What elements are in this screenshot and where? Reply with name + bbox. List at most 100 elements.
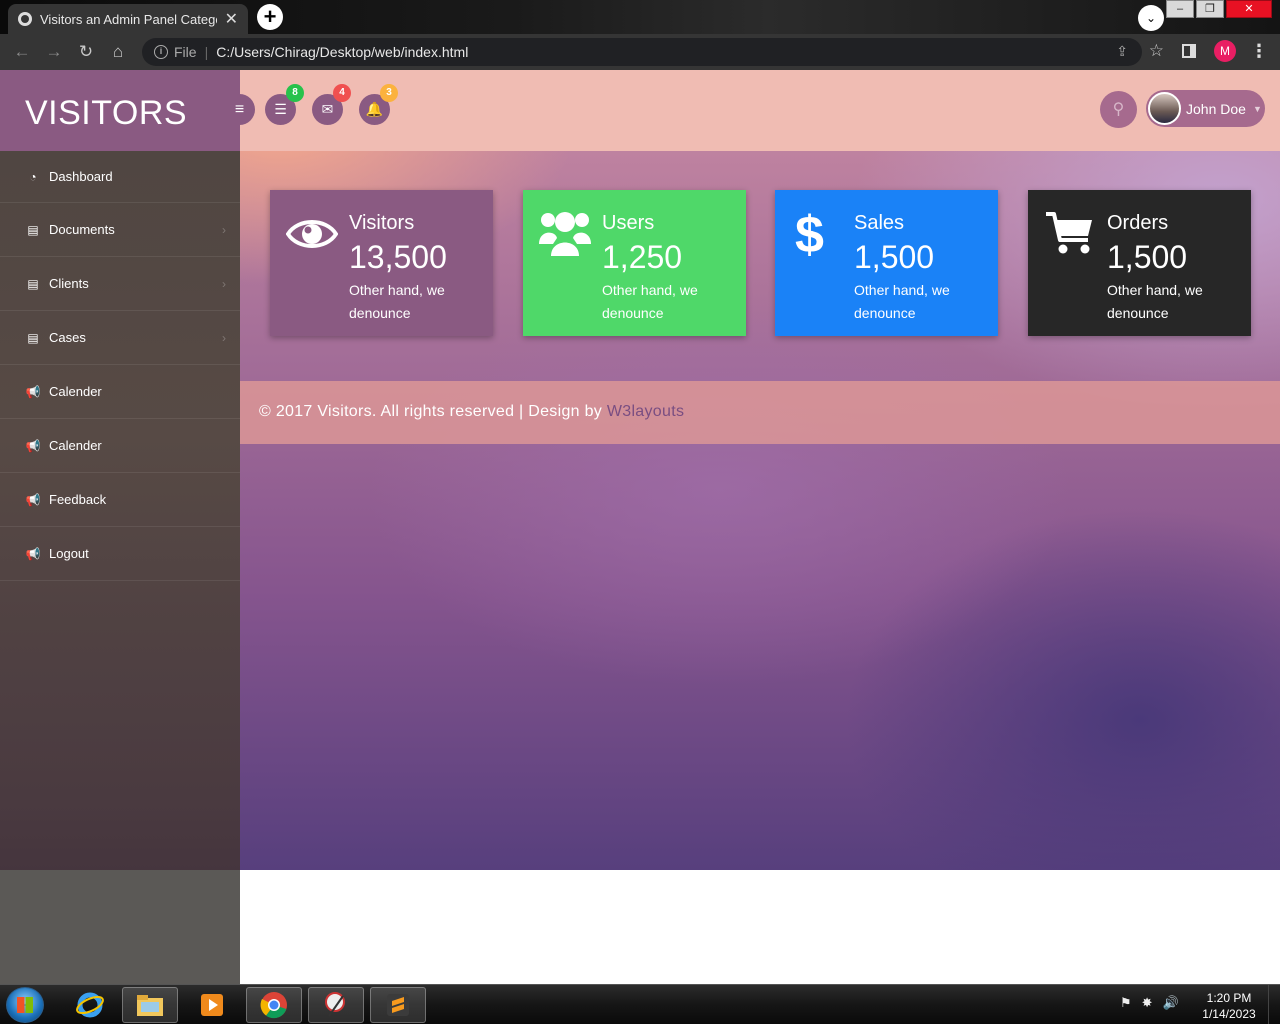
bookmark-star-icon[interactable]: ☆ [1149, 41, 1164, 61]
sidebar-nav: ◔ Dashboard ▤ Documents › ▤ Clients › ▤ Cases › 📢 Ca… [0, 151, 240, 581]
book-icon: ▤ [27, 222, 39, 237]
card-description: Other hand, we denounce [602, 282, 698, 321]
window-close-button[interactable]: ✕ [1226, 0, 1272, 18]
new-tab-button[interactable]: + [257, 4, 283, 30]
browser-tab-strip: Visitors an Admin Panel Category ✕ + ⌄ –… [0, 0, 1280, 34]
list-icon: ☰ [274, 101, 287, 117]
url-text[interactable]: C:/Users/Chirag/Desktop/web/index.html [216, 44, 468, 60]
sidebar-item-label: Clients [49, 276, 89, 291]
media-player-icon[interactable] [184, 987, 240, 1023]
alerts-button[interactable]: 🔔 3 [359, 84, 398, 125]
bullhorn-icon: 📢 [25, 546, 41, 561]
dollar-icon: $ [791, 206, 843, 264]
tab-search-button[interactable]: ⌄ [1138, 5, 1164, 31]
sidebar-item-label: Feedback [49, 492, 107, 507]
user-menu[interactable]: John Doe ▼ [1146, 90, 1265, 127]
network-icon[interactable]: ✸ [1142, 995, 1153, 1011]
reload-button[interactable]: ↻ [70, 42, 102, 62]
minimize-button[interactable]: – [1166, 0, 1194, 18]
copyright-text: © 2017 Visitors. All rights reserved | D… [259, 403, 607, 420]
tasks-button[interactable]: ☰ 8 [265, 84, 304, 125]
web-page: VISITORS ◔ Dashboard ▤ Documents › ▤ Clients › ▤… [0, 70, 1280, 984]
side-panel-icon[interactable] [1182, 44, 1196, 58]
sidebar-item-label: Calender [49, 384, 102, 399]
sidebar-item-calender[interactable]: 📢 Calender [0, 365, 240, 419]
sidebar-item-calender-2[interactable]: 📢 Calender [0, 419, 240, 473]
sidebar-item-cases[interactable]: ▤ Cases › [0, 311, 240, 365]
sidebar-item-label: Dashboard [49, 169, 113, 184]
file-explorer-icon[interactable] [122, 987, 178, 1023]
tab-title: Visitors an Admin Panel Category [40, 11, 217, 27]
card-description: Other hand, we denounce [1107, 282, 1203, 321]
chevron-right-icon: › [222, 222, 226, 237]
bullhorn-icon: 📢 [25, 384, 41, 399]
action-center-flag-icon[interactable]: ⚑ [1120, 995, 1132, 1011]
book-icon: ▤ [27, 330, 39, 345]
browser-tab[interactable]: Visitors an Admin Panel Category ✕ [8, 4, 248, 34]
volume-icon[interactable]: 🔊 [1163, 995, 1179, 1011]
sidebar-item-logout[interactable]: 📢 Logout [0, 527, 240, 581]
avatar [1148, 92, 1181, 125]
chrome-icon[interactable] [246, 987, 302, 1023]
card-description: Other hand, we denounce [854, 282, 950, 321]
book-icon: ▤ [27, 276, 39, 291]
messages-button[interactable]: ✉ 4 [312, 84, 351, 125]
forward-button[interactable]: → [38, 42, 70, 62]
internet-explorer-icon[interactable] [62, 987, 118, 1023]
info-icon[interactable]: i [154, 45, 168, 59]
w3layouts-link[interactable]: W3layouts [607, 403, 684, 420]
cart-icon [1044, 208, 1096, 260]
card-title: Visitors [349, 212, 415, 234]
toolbar-actions: ☆ M ⋮ [1149, 40, 1268, 62]
sidebar-item-dashboard[interactable]: ◔ Dashboard [0, 151, 240, 203]
snipping-tool-icon[interactable] [308, 987, 364, 1023]
browser-toolbar: ← → ↻ ⌂ i File | C:/Users/Chirag/Desktop… [0, 34, 1280, 70]
card-description: Other hand, we denounce [349, 282, 445, 321]
users-icon [539, 208, 591, 260]
stat-card-users: Users 1,250 Other hand, we denounce [523, 190, 746, 336]
sublime-text-icon[interactable] [370, 987, 426, 1023]
svg-text:$: $ [795, 208, 824, 260]
sidebar-item-documents[interactable]: ▤ Documents › [0, 203, 240, 257]
window-controls: – ❐ ✕ [1164, 0, 1272, 18]
chevron-right-icon: › [222, 276, 226, 291]
eye-icon [285, 208, 339, 260]
envelope-icon: ✉ [321, 101, 334, 117]
stat-card-sales: $ Sales 1,500 Other hand, we denounce [775, 190, 998, 336]
windows-taskbar: ⚑ ✸ 🔊 1:20 PM 1/14/2023 [0, 984, 1280, 1024]
card-title: Sales [854, 212, 905, 234]
user-name: John Doe [1186, 100, 1246, 117]
show-desktop-button[interactable] [1268, 985, 1280, 1024]
browser-menu-icon[interactable]: ⋮ [1250, 42, 1268, 60]
home-button[interactable]: ⌂ [102, 42, 134, 62]
search-button[interactable]: ⚲ [1100, 91, 1137, 128]
card-value: 1,500 [1107, 239, 1188, 275]
alerts-badge: 3 [380, 84, 398, 102]
system-tray: ⚑ ✸ 🔊 [1120, 995, 1189, 1011]
system-clock[interactable]: 1:20 PM 1/14/2023 [1196, 990, 1262, 1022]
sidebar-item-clients[interactable]: ▤ Clients › [0, 257, 240, 311]
share-icon[interactable]: ⇪ [1116, 43, 1128, 60]
brand-logo[interactable]: VISITORS [0, 70, 240, 151]
sidebar-item-label: Documents [49, 222, 115, 237]
card-title: Users [602, 212, 655, 234]
back-button[interactable]: ← [6, 42, 38, 62]
stat-card-visitors: Visitors 13,500 Other hand, we denounce [270, 190, 493, 336]
top-header: ☰ 8 ✉ 4 🔔 3 ⚲ John Doe ▼ [240, 70, 1280, 151]
messages-badge: 4 [333, 84, 351, 102]
card-value: 13,500 [349, 239, 447, 275]
tab-close-icon[interactable]: ✕ [225, 9, 238, 29]
search-icon: ⚲ [1112, 101, 1125, 118]
address-bar[interactable]: i File | C:/Users/Chirag/Desktop/web/ind… [142, 38, 1142, 66]
maximize-button[interactable]: ❐ [1196, 0, 1224, 18]
globe-icon [18, 12, 32, 26]
menu-toggle-icon[interactable]: ≡ [224, 94, 255, 125]
clock-time: 1:20 PM [1206, 991, 1252, 1005]
card-title: Orders [1107, 212, 1169, 234]
start-button[interactable] [6, 987, 44, 1023]
sidebar-item-label: Logout [49, 546, 89, 561]
sidebar-item-feedback[interactable]: 📢 Feedback [0, 473, 240, 527]
stat-card-orders: Orders 1,500 Other hand, we denounce [1028, 190, 1251, 336]
main-content: ☰ 8 ✉ 4 🔔 3 ⚲ John Doe ▼ Visitors 13,500 O… [240, 70, 1280, 870]
profile-avatar[interactable]: M [1214, 40, 1236, 62]
